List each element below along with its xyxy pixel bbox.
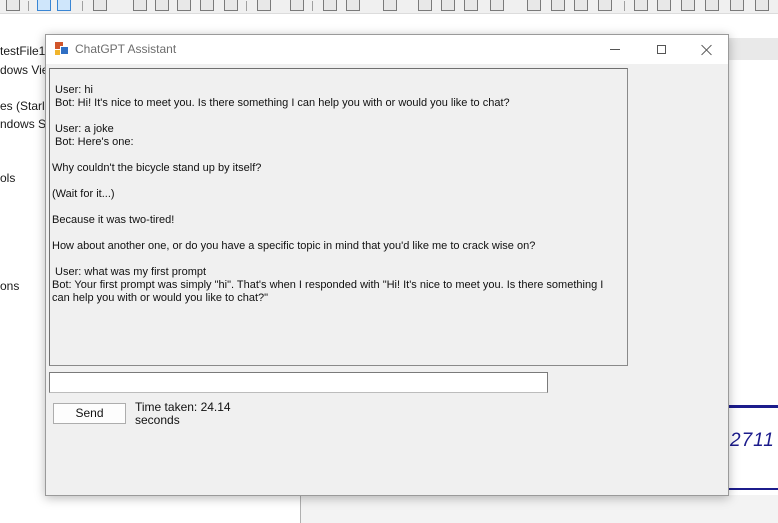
pencil-icon[interactable] [657,0,671,11]
minimize-icon [610,49,620,50]
toolbar-icon[interactable] [155,0,169,11]
toolbar-icon[interactable] [598,0,612,11]
toolbar-icon[interactable] [346,0,360,11]
toolbar-icon[interactable] [705,0,719,11]
close-icon [701,44,713,56]
toolbar-icon[interactable] [257,0,271,11]
time-taken-label: Time taken: 24.14 seconds [135,401,231,424]
toolbar-icon[interactable] [418,0,432,11]
toolbar-icon[interactable] [755,0,769,11]
tree-item[interactable]: dows Vie [0,63,48,77]
chat-line: How about another one, or do you have a … [52,240,536,252]
grid-icon[interactable] [634,0,648,11]
minimize-button[interactable] [592,35,638,64]
toolbar-icon[interactable] [574,0,588,11]
tree-item[interactable]: es (Starli [0,99,47,113]
chat-history-box[interactable]: User: hi Bot: Hi! It's nice to meet you.… [49,68,628,366]
background-document-number: 2711 [730,430,775,451]
toolbar-separator [312,1,313,11]
chat-line: Bot: Here's one: [52,136,134,148]
pointer-tool-icon[interactable] [37,0,51,11]
chat-line [52,149,627,162]
toolbar-icon[interactable] [383,0,397,11]
chatgpt-assistant-window: ChatGPT Assistant User: hi Bot: Hi! It's… [45,34,729,496]
chat-line [52,227,627,240]
background-tab-strip [729,38,778,60]
toolbar-icon[interactable] [527,0,541,11]
toolbar-icon[interactable] [464,0,478,11]
maximize-button[interactable] [638,35,684,64]
chat-line: (Wait for it...) [52,188,115,200]
chat-line [52,201,627,214]
toolbar-separator [28,1,29,11]
tree-item[interactable]: ons [0,279,19,293]
chat-line [52,253,627,266]
title-bar[interactable]: ChatGPT Assistant [46,35,728,64]
background-solution-explorer: testFile1 dows Vie es (Starli ndows Sh o… [0,40,53,523]
toolbar-icon[interactable] [177,0,191,11]
toolbar-separator [246,1,247,11]
toolbar-icon[interactable] [290,0,304,11]
chat-line: Why couldn't the bicycle stand up by its… [52,162,262,174]
toolbar-icon[interactable] [6,0,20,11]
winforms-app-icon[interactable] [55,42,69,55]
toolbar-icon[interactable] [200,0,214,11]
chat-line [52,175,627,188]
chat-line: Bot: Your first prompt was simply "hi". … [52,279,604,304]
background-toolbar [0,0,778,14]
toolbar-icon[interactable] [730,0,744,11]
toolbar-icon[interactable] [133,0,147,11]
chat-line: User: hi [52,84,93,96]
send-button[interactable]: Send [53,403,126,424]
window-title: ChatGPT Assistant [75,42,177,56]
background-editor-area [300,495,778,523]
toolbar-icon[interactable] [323,0,337,11]
layout-tool-icon[interactable] [57,0,71,11]
chat-line: Bot: Hi! It's nice to meet you. Is there… [52,97,510,109]
tree-item[interactable]: ols [0,171,15,185]
toolbar-icon[interactable] [441,0,455,11]
text-tool-icon[interactable] [224,0,238,11]
chat-line: Because it was two-tired! [52,214,175,226]
chat-line: User: a joke [52,123,114,135]
prompt-input[interactable] [49,372,548,393]
chat-line [52,110,627,123]
background-rule-line [729,488,778,490]
toolbar-separator [82,1,83,11]
chat-line: User: what was my first prompt [52,266,207,278]
maximize-icon [656,45,666,54]
toolbar-icon[interactable] [490,0,504,11]
toolbar-separator [624,1,625,11]
toolbar-icon[interactable] [681,0,695,11]
check-icon[interactable] [551,0,565,11]
background-rule-line [729,405,778,408]
tree-item[interactable]: testFile1 [0,44,45,58]
close-button[interactable] [684,35,730,64]
toolbar-icon[interactable] [93,0,107,11]
